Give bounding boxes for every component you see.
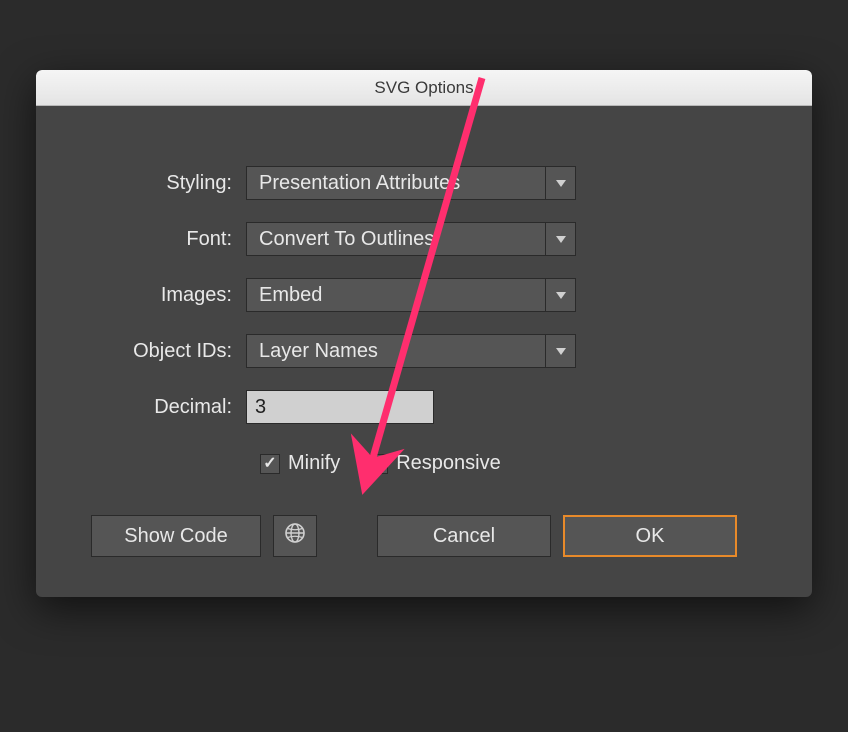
label-object-ids: Object IDs: (91, 340, 246, 363)
show-code-label: Show Code (124, 525, 227, 548)
checkbox-minify[interactable] (260, 454, 280, 474)
checkbox-responsive-label: Responsive (396, 452, 501, 475)
dropdown-styling[interactable]: Presentation Attributes (246, 166, 576, 200)
dropdown-object-ids[interactable]: Layer Names (246, 334, 576, 368)
label-styling: Styling: (91, 172, 246, 195)
show-code-button[interactable]: Show Code (91, 515, 261, 557)
checkbox-group-responsive: Responsive (368, 452, 501, 475)
dropdown-font-arrow[interactable] (545, 223, 575, 255)
svg-options-dialog: SVG Options Styling: Presentation Attrib… (36, 70, 812, 597)
row-decimal: Decimal: (91, 390, 757, 424)
dialog-titlebar[interactable]: SVG Options (36, 70, 812, 106)
dropdown-styling-arrow[interactable] (545, 167, 575, 199)
row-images: Images: Embed (91, 278, 757, 312)
label-images: Images: (91, 284, 246, 307)
input-decimal[interactable] (246, 390, 434, 424)
cancel-button[interactable]: Cancel (377, 515, 551, 557)
row-styling: Styling: Presentation Attributes (91, 166, 757, 200)
row-object-ids: Object IDs: Layer Names (91, 334, 757, 368)
dropdown-images[interactable]: Embed (246, 278, 576, 312)
dropdown-font[interactable]: Convert To Outlines (246, 222, 576, 256)
checkbox-group-minify: Minify (260, 452, 340, 475)
dropdown-images-value: Embed (247, 284, 545, 307)
dialog-title: SVG Options (374, 78, 473, 98)
dropdown-object-ids-arrow[interactable] (545, 335, 575, 367)
chevron-down-icon (556, 236, 566, 243)
chevron-down-icon (556, 348, 566, 355)
ok-button[interactable]: OK (563, 515, 737, 557)
dropdown-object-ids-value: Layer Names (247, 340, 545, 363)
cancel-label: Cancel (433, 525, 495, 548)
dialog-content: Styling: Presentation Attributes Font: C… (36, 106, 812, 597)
checkbox-row: Minify Responsive (91, 452, 757, 475)
dropdown-images-arrow[interactable] (545, 279, 575, 311)
preview-in-browser-button[interactable] (273, 515, 317, 557)
ok-label: OK (636, 525, 665, 548)
button-row: Show Code Cancel OK (91, 515, 757, 557)
checkbox-responsive[interactable] (368, 454, 388, 474)
row-font: Font: Convert To Outlines (91, 222, 757, 256)
button-spacer (329, 515, 365, 557)
chevron-down-icon (556, 180, 566, 187)
dropdown-styling-value: Presentation Attributes (247, 172, 545, 195)
label-font: Font: (91, 228, 246, 251)
checkbox-minify-label: Minify (288, 452, 340, 475)
chevron-down-icon (556, 292, 566, 299)
label-decimal: Decimal: (91, 396, 246, 419)
dropdown-font-value: Convert To Outlines (247, 228, 545, 251)
globe-icon (284, 522, 306, 550)
